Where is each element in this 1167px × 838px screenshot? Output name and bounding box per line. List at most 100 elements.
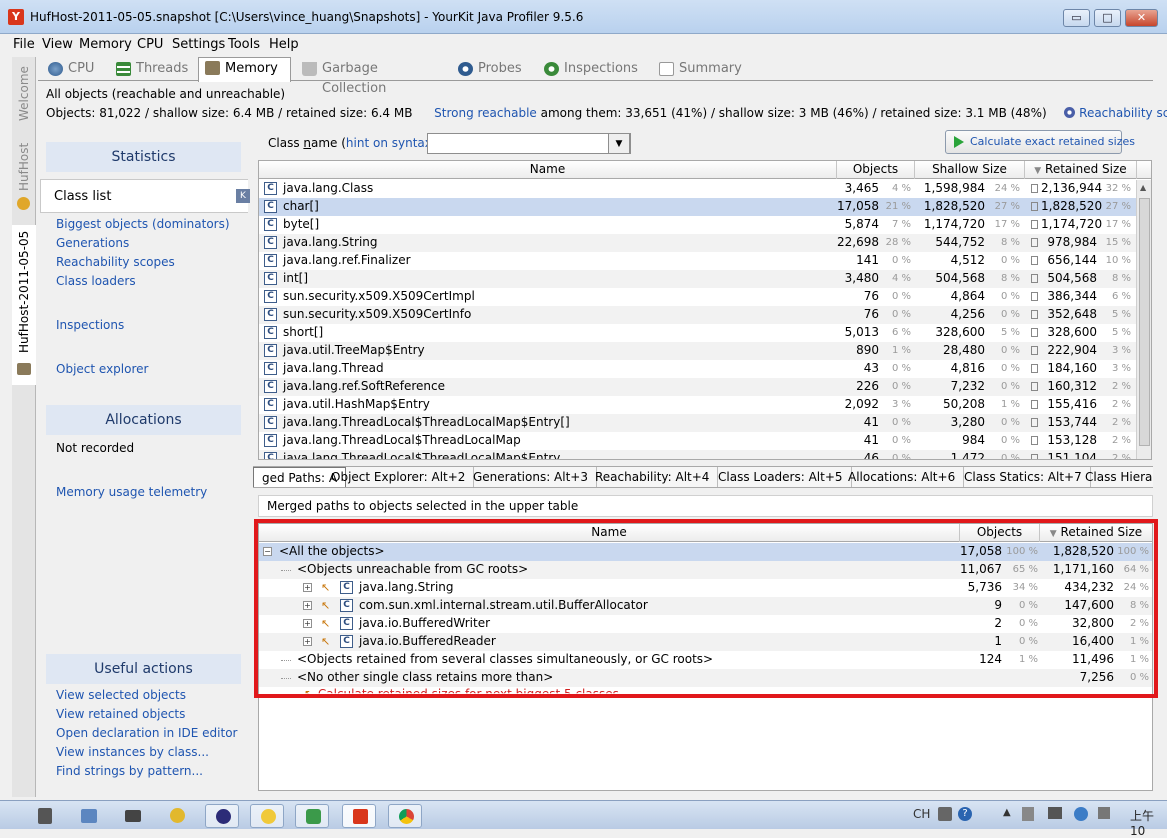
merged-row[interactable]: − <All the objects> 17,058 100 % 1,828,520 10… — [259, 543, 1152, 561]
input-language-indicator[interactable]: CH — [913, 807, 930, 821]
class-row[interactable]: Cbyte[] 5,874 7 % 1,174,720 17 % 1,174,720 17 … — [259, 216, 1151, 234]
system-clock[interactable]: 上午10 — [1130, 807, 1167, 838]
class-row[interactable]: Cjava.util.HashMap$Entry 2,092 3 % 50,208 1 … — [259, 396, 1151, 414]
generations-link[interactable]: Generations — [56, 236, 129, 250]
close-button[interactable]: ✕ — [1125, 9, 1158, 27]
class-row[interactable]: Cjava.lang.ref.Finalizer 141 0 % 4,512 0 % 65… — [259, 252, 1151, 270]
flag-icon[interactable] — [1022, 807, 1034, 821]
shortcut-allocations[interactable]: Allocations: Alt+6 — [840, 467, 965, 487]
expand-icon[interactable]: + — [303, 601, 312, 610]
tab-summary[interactable]: Summary — [653, 59, 753, 81]
class-row[interactable]: Cint[] 3,480 4 % 504,568 8 % 504,568 8 % — [259, 270, 1151, 288]
merged-row[interactable]: <No other single class retains more than… — [259, 669, 1152, 687]
view-retained-objects-link[interactable]: View retained objects — [56, 707, 185, 721]
expand-icon[interactable]: + — [303, 637, 312, 646]
taskbar-network-icon[interactable] — [72, 804, 106, 828]
shortcut-reachability[interactable]: Reachability: Alt+4 — [587, 467, 719, 487]
class-row[interactable]: Csun.security.x509.X509CertInfo 76 0 % 4,25… — [259, 306, 1151, 324]
open-declaration-link[interactable]: Open declaration in IDE editor — [56, 726, 237, 740]
menu-view[interactable]: View — [40, 34, 75, 55]
col-objects[interactable]: Objects — [837, 161, 915, 179]
merged-col-retained[interactable]: ▼ Retained Size — [1040, 524, 1152, 542]
tab-threads[interactable]: Threads — [110, 59, 198, 81]
view-selected-objects-link[interactable]: View selected objects — [56, 688, 186, 702]
tab-inspections[interactable]: Inspections — [538, 59, 648, 81]
expand-icon[interactable]: + — [303, 583, 312, 592]
collapse-icon[interactable]: − — [263, 547, 272, 556]
menu-tools[interactable]: Tools — [226, 34, 262, 55]
tab-memory[interactable]: Memory — [198, 57, 291, 82]
view-instances-link[interactable]: View instances by class... — [56, 745, 209, 759]
help-icon[interactable]: ? — [958, 807, 972, 821]
class-row[interactable]: Cjava.lang.ThreadLocal$ThreadLocalMap$En… — [259, 414, 1151, 432]
tab-cpu[interactable]: CPU — [42, 59, 112, 81]
expand-icon[interactable]: + — [303, 619, 312, 628]
scroll-thumb[interactable] — [1139, 198, 1150, 446]
keyboard-icon[interactable] — [938, 807, 952, 821]
col-shallow-size[interactable]: Shallow Size — [915, 161, 1025, 179]
merged-col-objects[interactable]: Objects — [960, 524, 1040, 542]
network-tray-icon[interactable] — [1048, 807, 1062, 819]
minimize-button[interactable]: ▭ — [1063, 9, 1090, 27]
class-loaders-link[interactable]: Class loaders — [56, 274, 136, 288]
side-tab-hufhost[interactable]: HufHost — [12, 135, 36, 215]
shortcut-class-loaders[interactable]: Class Loaders: Alt+5 — [710, 467, 852, 487]
side-tab-snapshot[interactable]: HufHost-2011-05-05 — [12, 225, 36, 385]
inspections-link[interactable]: Inspections — [56, 318, 124, 332]
calculate-retained-sizes-button[interactable]: Calculate exact retained sizes — [945, 130, 1135, 154]
class-row[interactable]: Cjava.lang.Thread 43 0 % 4,816 0 % 184,160 3 % — [259, 360, 1151, 378]
tab-garbage-collection[interactable]: Garbage Collection — [296, 59, 446, 96]
taskbar-eclipse-icon[interactable] — [205, 804, 239, 828]
calculate-next-link[interactable]: ↖ Calculate retained sizes for next bigg… — [304, 687, 619, 693]
taskbar-yourkit-icon[interactable] — [342, 804, 376, 828]
side-tab-welcome[interactable]: Welcome — [12, 57, 36, 127]
tab-probes[interactable]: Probes — [452, 59, 532, 81]
find-strings-link[interactable]: Find strings by pattern... — [56, 764, 203, 778]
merged-row[interactable]: + ↖ Ccom.sun.xml.internal.stream.util.Buff… — [259, 597, 1152, 615]
security-tray-icon[interactable] — [1074, 807, 1088, 821]
merged-col-name[interactable]: Name — [259, 524, 960, 542]
merged-paths-table[interactable]: Name Objects ▼ Retained Size − <All the o… — [258, 523, 1153, 791]
menu-file[interactable]: File — [11, 34, 37, 55]
class-table-scrollbar[interactable]: ▲ — [1136, 180, 1151, 459]
taskbar-people-icon[interactable] — [295, 804, 329, 828]
taskbar-camera-icon[interactable] — [116, 804, 150, 828]
class-row[interactable]: Cshort[] 5,013 6 % 328,600 5 % 328,600 5 % — [259, 324, 1151, 342]
class-row[interactable]: Cjava.lang.ThreadLocal$ThreadLocalMap$En… — [259, 450, 1151, 459]
class-row[interactable]: Cjava.util.TreeMap$Entry 890 1 % 28,480 0 % 2… — [259, 342, 1151, 360]
object-explorer-link[interactable]: Object explorer — [56, 362, 148, 376]
shortcut-class-hierarchy[interactable]: Class Hierarc — [1077, 467, 1153, 487]
taskbar-tool-icon[interactable] — [28, 804, 62, 828]
col-name[interactable]: Name — [259, 161, 837, 179]
shortcut-object-explorer[interactable]: Object Explorer: Alt+2 — [323, 467, 475, 487]
yourkit-app-icon[interactable]: Y — [8, 9, 24, 25]
collapse-panel-button[interactable]: K — [236, 189, 250, 203]
class-list-item[interactable]: Class list K — [40, 179, 250, 213]
class-row[interactable]: Cjava.lang.ref.SoftReference 226 0 % 7,232 0… — [259, 378, 1151, 396]
merged-row[interactable]: + ↖ Cjava.lang.String 5,736 34 % 434,232 24 % — [259, 579, 1152, 597]
menu-cpu[interactable]: CPU — [135, 34, 165, 55]
merged-row[interactable]: <Objects retained from several classes s… — [259, 651, 1152, 669]
taskbar-chrome-icon[interactable] — [388, 804, 422, 828]
taskbar-clock-icon[interactable] — [250, 804, 284, 828]
merged-row[interactable]: + ↖ Cjava.io.BufferedReader 1 0 % 16,400 1 % — [259, 633, 1152, 651]
filter-dropdown-button[interactable]: ▼ — [608, 133, 630, 154]
class-row[interactable]: Cjava.lang.ThreadLocal$ThreadLocalMap 41 0… — [259, 432, 1151, 450]
volume-icon[interactable] — [1098, 807, 1110, 819]
class-name-filter-input[interactable] — [427, 133, 631, 154]
col-retained-size[interactable]: ▼ Retained Size — [1025, 161, 1137, 179]
menu-help[interactable]: Help — [267, 34, 301, 55]
merged-row[interactable]: + ↖ Cjava.io.BufferedWriter 2 0 % 32,800 2 % — [259, 615, 1152, 633]
class-list-table[interactable]: Name Objects Shallow Size ▼ Retained Siz… — [258, 160, 1152, 460]
reachability-scopes-nav-link[interactable]: Reachability scopes — [56, 255, 175, 269]
taskbar-norton-icon[interactable] — [160, 804, 194, 828]
hint-on-syntax-link[interactable]: hint on syntax — [346, 136, 432, 150]
menu-memory[interactable]: Memory — [77, 34, 134, 55]
menu-settings[interactable]: Settings — [170, 34, 227, 55]
memory-telemetry-link[interactable]: Memory usage telemetry — [56, 485, 207, 499]
shortcut-class-statics[interactable]: Class Statics: Alt+7 — [956, 467, 1091, 487]
class-row[interactable]: Csun.security.x509.X509CertImpl 76 0 % 4,86… — [259, 288, 1151, 306]
class-row[interactable]: Cjava.lang.Class 3,465 4 % 1,598,984 24 % 2,1… — [259, 180, 1151, 198]
show-hidden-icons[interactable]: ▲ — [1003, 807, 1011, 818]
reachability-scopes-link[interactable]: Reachability scopes — [1079, 106, 1167, 120]
